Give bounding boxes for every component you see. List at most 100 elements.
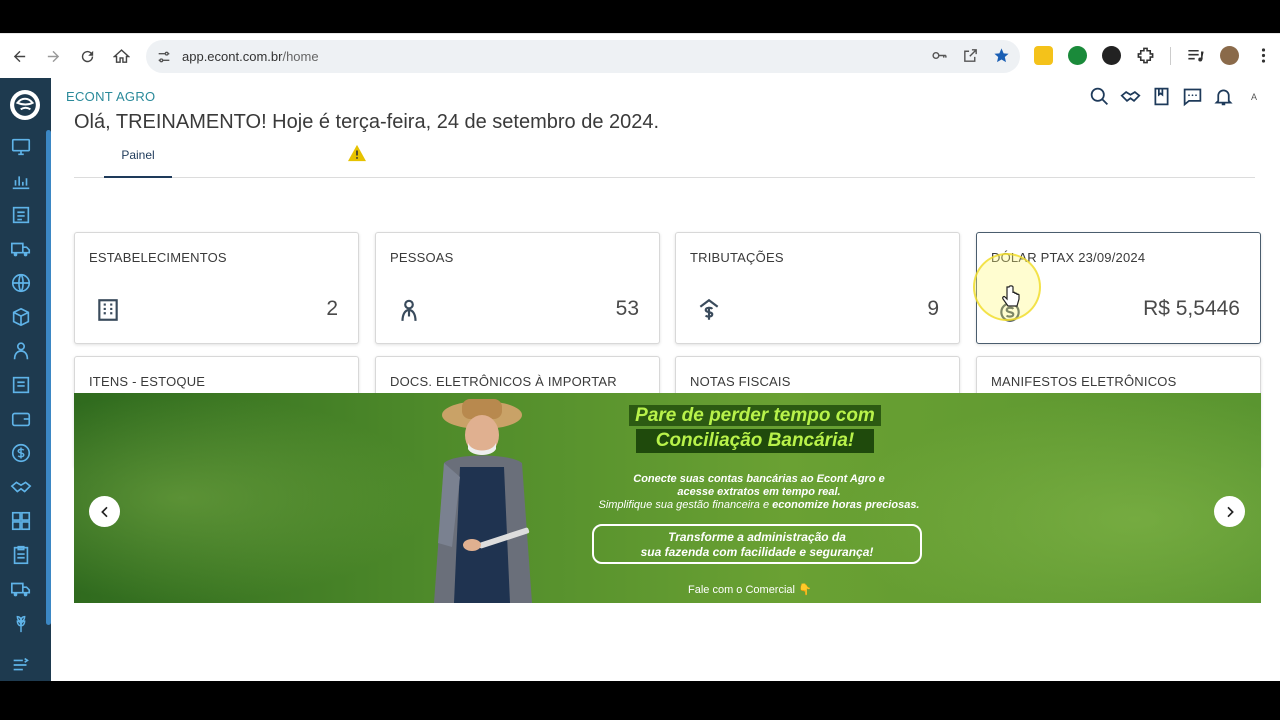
extension-yellow-icon[interactable] xyxy=(1034,46,1053,65)
profile-avatar[interactable] xyxy=(1220,46,1239,65)
person-icon xyxy=(396,297,426,327)
card-estabelecimentos[interactable]: ESTABELECIMENTOS 2 xyxy=(74,232,359,344)
chevron-right-icon xyxy=(1226,506,1234,517)
open-external-icon[interactable] xyxy=(962,47,979,64)
clipboard-icon xyxy=(13,545,29,565)
banner-text-line3a: Simplifique sua gestão financeira e xyxy=(598,499,773,511)
card-title: TRIBUTAÇÕES xyxy=(690,250,784,265)
arrow-left-icon xyxy=(13,50,25,62)
handshake-icon[interactable] xyxy=(1120,86,1141,107)
sidebar-item-deals[interactable] xyxy=(10,476,32,498)
screen-bottom-border xyxy=(0,681,1280,720)
monitor-icon xyxy=(11,138,31,156)
tax-icon xyxy=(696,297,726,327)
sidebar-scrollbar[interactable] xyxy=(46,130,51,625)
bookmark-star-icon[interactable] xyxy=(993,47,1010,64)
card-value: 2 xyxy=(326,297,338,320)
sidebar-item-grid[interactable] xyxy=(10,510,32,532)
arrow-right-icon xyxy=(47,50,59,62)
extension-record-icon[interactable] xyxy=(1102,46,1121,65)
banner-text-line1: Conecte suas contas bancárias ao Econt A… xyxy=(633,473,885,485)
sidebar-item-wallet[interactable] xyxy=(10,408,32,430)
search-icon[interactable] xyxy=(1089,86,1110,107)
chevron-left-icon xyxy=(100,506,108,517)
dollar-circle-icon xyxy=(11,443,31,463)
globe-leaf-logo-icon xyxy=(14,94,36,116)
sidebar-item-stock[interactable] xyxy=(10,306,32,328)
sidebar-item-finance[interactable] xyxy=(10,442,32,464)
carousel-next-button[interactable] xyxy=(1214,496,1245,527)
banner-callout-line2: sua fazenda com facilidade e segurança! xyxy=(640,545,874,559)
address-bar-actions xyxy=(931,47,1010,64)
sidebar-item-shipping[interactable] xyxy=(10,578,32,600)
site-settings-icon[interactable] xyxy=(156,49,172,65)
wallet-icon xyxy=(11,412,31,427)
address-bar[interactable]: app.econt.com.br/home xyxy=(146,40,1020,73)
user-avatar[interactable]: A xyxy=(1244,87,1264,107)
sidebar-item-clipboard[interactable] xyxy=(10,544,32,566)
banner-callout-line1: Transforme a administração da xyxy=(668,530,846,544)
document-list-icon xyxy=(12,206,30,224)
banner-headline: Pare de perder tempo com Conciliação Ban… xyxy=(602,405,908,453)
reload-icon xyxy=(81,50,93,62)
carousel-prev-button[interactable] xyxy=(89,496,120,527)
chat-icon[interactable] xyxy=(1182,86,1203,107)
tab-painel[interactable]: Painel xyxy=(104,148,172,178)
toolbar-divider xyxy=(1170,46,1171,65)
sidebar-item-documents[interactable] xyxy=(10,204,32,226)
hand-pointer-icon xyxy=(1002,285,1020,307)
card-title: NOTAS FISCAIS xyxy=(690,374,791,389)
key-icon[interactable] xyxy=(931,47,948,64)
forward-button[interactable] xyxy=(36,39,70,73)
grid-icon xyxy=(11,511,31,531)
browser-menu-icon[interactable] xyxy=(1254,46,1273,65)
puzzle-extensions-icon[interactable] xyxy=(1136,46,1155,65)
banner-background-left xyxy=(74,393,434,603)
back-button[interactable] xyxy=(2,39,36,73)
promo-banner[interactable]: Pare de perder tempo com Conciliação Ban… xyxy=(74,393,1261,603)
card-title: ESTABELECIMENTOS xyxy=(89,250,227,265)
invoice-icon xyxy=(12,376,30,394)
media-queue-icon[interactable] xyxy=(1186,46,1205,65)
sidebar-item-dashboard[interactable] xyxy=(10,136,32,158)
screen-top-border xyxy=(0,0,1280,33)
banner-text-line3b: economize horas preciosas. xyxy=(772,499,920,511)
banner-cta[interactable]: Fale com o Comercial 👇 xyxy=(688,583,812,596)
warning-icon[interactable] xyxy=(347,144,367,162)
card-title: MANIFESTOS ELETRÔNICOS xyxy=(991,374,1177,389)
farmer-illustration xyxy=(434,399,532,603)
extension-green-icon[interactable] xyxy=(1068,46,1087,65)
reload-button[interactable] xyxy=(70,39,104,73)
extensions-bar xyxy=(1034,46,1273,65)
sidebar-toggle[interactable] xyxy=(10,654,32,676)
banner-callout: Transforme a administração da sua fazend… xyxy=(592,524,922,564)
banner-headline-line2: Conciliação Bancária! xyxy=(635,429,875,453)
url-host: app.econt.com.br xyxy=(182,49,283,64)
sidebar-item-transport[interactable] xyxy=(10,238,32,260)
globe-icon xyxy=(11,273,31,293)
sidebar-item-web[interactable] xyxy=(10,272,32,294)
expand-menu-icon xyxy=(13,657,29,671)
bell-icon[interactable] xyxy=(1213,86,1234,107)
card-value: R$ 5,5446 xyxy=(1143,297,1240,320)
url-path: /home xyxy=(282,49,319,64)
building-icon xyxy=(95,297,125,327)
sidebar-item-invoices[interactable] xyxy=(10,374,32,396)
sidebar-item-reports[interactable] xyxy=(10,170,32,192)
home-button[interactable] xyxy=(104,39,138,73)
book-icon[interactable] xyxy=(1151,86,1172,107)
bar-chart-icon xyxy=(12,176,30,190)
card-value: 9 xyxy=(927,297,939,320)
banner-text-line2: acesse extratos em tempo real. xyxy=(677,486,841,498)
app-logo[interactable] xyxy=(10,90,40,120)
url-text: app.econt.com.br/home xyxy=(182,49,319,64)
card-pessoas[interactable]: PESSOAS 53 xyxy=(375,232,660,344)
card-title: DOCS. ELETRÔNICOS À IMPORTAR xyxy=(390,374,617,389)
box-icon xyxy=(12,307,30,327)
banner-description: Conecte suas contas bancárias ao Econt A… xyxy=(564,473,954,512)
sidebar-item-agro[interactable] xyxy=(10,612,32,634)
sidebar-item-people[interactable] xyxy=(10,340,32,362)
home-icon xyxy=(112,48,130,63)
tab-bar: Painel xyxy=(74,138,1255,178)
card-tributacoes[interactable]: TRIBUTAÇÕES 9 xyxy=(675,232,960,344)
